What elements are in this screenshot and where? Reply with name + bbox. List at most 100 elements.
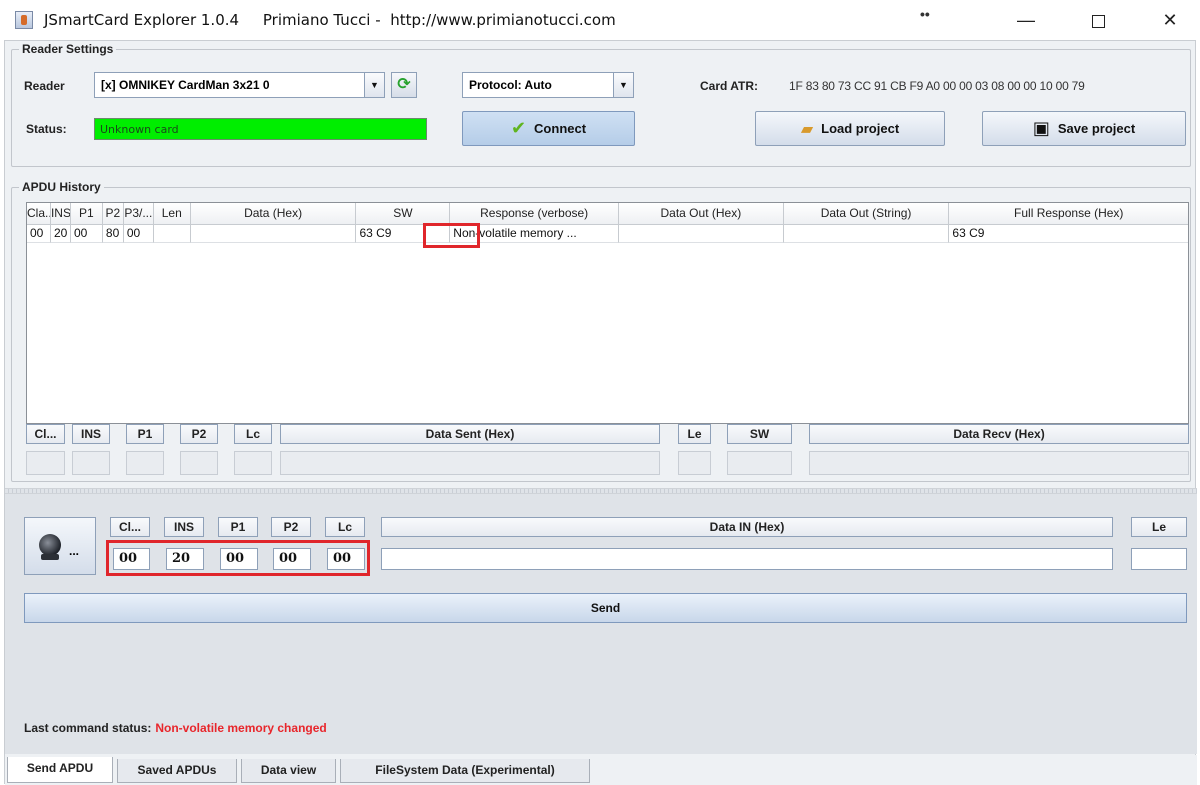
maximize-icon [1091,14,1105,28]
detail-header-data-recv: Data Recv (Hex) [809,424,1189,444]
send-header-cla: Cl... [110,517,150,537]
reader-select-value: [x] OMNIKEY CardMan 3x21 0 [101,78,270,92]
cell-data-hex [190,225,357,243]
detail-field-le [678,451,711,475]
table-row[interactable]: 00 20 00 80 00 63 C9 Non-volatile memory… [27,225,1188,243]
last-status-value: Non-volatile memory changed [155,721,327,735]
detail-header-p1: P1 [126,424,164,444]
main-window: Reader Settings Reader [x] OMNIKEY CardM… [4,40,1197,785]
reader-picker-button[interactable]: ... [24,517,96,575]
save-project-button[interactable]: ▣ Save project [982,111,1186,146]
load-project-label: Load project [821,121,900,136]
cell-response-verbose: Non-volatile memory ... [450,225,619,243]
detail-header-sw: SW [727,424,792,444]
apdu-history-title: APDU History [19,180,104,194]
title-extra-dots: •• [920,6,930,22]
data-in-input[interactable] [381,548,1113,570]
col-header-sw[interactable]: SW [356,203,451,225]
p2-input[interactable]: 00 [273,548,311,570]
send-button[interactable]: Send [24,593,1187,623]
ins-input[interactable]: 20 [166,548,204,570]
save-project-label: Save project [1057,121,1136,136]
webcam-icon [39,534,61,560]
reader-settings-title: Reader Settings [19,42,117,56]
table-header: Cla... INS P1 P2 P3/... Len Data (Hex) S… [27,203,1189,225]
reader-picker-dots: ... [69,544,80,558]
col-header-data-out-string[interactable]: Data Out (String) [783,203,950,225]
card-atr-label: Card ATR: [700,79,758,93]
detail-header-le: Le [678,424,711,444]
window-title: JSmartCard Explorer 1.0.4 Primiano Tucci… [44,11,616,29]
tab-filesystem-data[interactable]: FileSystem Data (Experimental) [340,759,590,783]
chevron-down-icon: ▼ [613,73,633,97]
detail-field-p1 [126,451,164,475]
detail-field-data-recv [809,451,1189,475]
detail-header-cla: Cl... [26,424,65,444]
protocol-select[interactable]: Protocol: Auto ▼ [462,72,634,98]
last-command-status: Last command status: Non-volatile memory … [24,721,327,735]
cell-p3: 00 [123,225,154,243]
cla-input[interactable]: 00 [113,548,150,570]
refresh-readers-button[interactable]: ⟳ [391,72,417,98]
le-input[interactable] [1131,548,1187,570]
cell-p1: 00 [70,225,103,243]
cell-ins: 20 [50,225,71,243]
java-app-icon [15,11,33,29]
cell-cla: 00 [27,225,51,243]
tab-saved-apdus[interactable]: Saved APDUs [117,759,237,783]
refresh-icon: ⟳ [397,76,411,93]
send-header-le: Le [1131,517,1187,537]
last-status-label: Last command status: [24,721,152,735]
cell-data-out-hex [619,225,784,243]
col-header-p1[interactable]: P1 [70,203,103,225]
tab-send-apdu[interactable]: Send APDU [7,757,113,783]
bottom-tab-bar: Send APDU Saved APDUs Data view FileSyst… [5,755,1197,785]
protocol-select-value: Protocol: Auto [469,78,552,92]
lc-input[interactable]: 00 [327,548,365,570]
apdu-history-table[interactable]: Cla... INS P1 P2 P3/... Len Data (Hex) S… [26,202,1189,424]
load-project-button[interactable]: ▰ Load project [755,111,945,146]
detail-header-ins: INS [72,424,110,444]
reader-settings-group: Reader Settings [11,42,1191,167]
cell-full-response: 63 C9 [949,225,1188,243]
send-header-p2: P2 [271,517,311,537]
reader-label: Reader [24,79,65,93]
detail-field-cla [26,451,65,475]
detail-field-p2 [180,451,218,475]
checkmark-icon: ✔ [510,118,527,138]
col-header-p2[interactable]: P2 [102,203,124,225]
cell-sw: 63 C9 [356,225,451,243]
col-header-p3[interactable]: P3/... [123,203,154,225]
card-status-value: Unknown card [100,123,179,136]
connect-button[interactable]: ✔ Connect [462,111,635,146]
title-bar: JSmartCard Explorer 1.0.4 Primiano Tucci… [0,0,1200,40]
tab-data-view[interactable]: Data view [241,759,336,783]
card-status-field: Unknown card [94,118,427,140]
col-header-full-response[interactable]: Full Response (Hex) [949,203,1189,225]
detail-field-lc [234,451,272,475]
col-header-response-verbose[interactable]: Response (verbose) [450,203,619,225]
detail-field-sw [727,451,792,475]
send-header-data-in: Data IN (Hex) [381,517,1113,537]
detail-header-data-sent: Data Sent (Hex) [280,424,660,444]
chevron-down-icon: ▼ [364,73,384,97]
status-label: Status: [26,122,67,136]
col-header-ins[interactable]: INS [50,203,71,225]
detail-header-lc: Lc [234,424,272,444]
maximize-button[interactable] [1078,6,1118,34]
cell-p2: 80 [102,225,124,243]
reader-select[interactable]: [x] OMNIKEY CardMan 3x21 0 ▼ [94,72,385,98]
close-button[interactable]: ✕ [1150,6,1190,34]
col-header-data-hex[interactable]: Data (Hex) [190,203,357,225]
col-header-len[interactable]: Len [153,203,191,225]
col-header-data-out-hex[interactable]: Data Out (Hex) [619,203,784,225]
send-header-p1: P1 [218,517,258,537]
col-header-cla[interactable]: Cla... [27,203,51,225]
connect-label: Connect [534,121,587,136]
send-header-lc: Lc [325,517,365,537]
folder-icon: ▰ [800,120,814,138]
send-header-ins: INS [164,517,204,537]
cell-len [153,225,191,243]
minimize-button[interactable]: — [1006,6,1046,34]
p1-input[interactable]: 00 [220,548,258,570]
